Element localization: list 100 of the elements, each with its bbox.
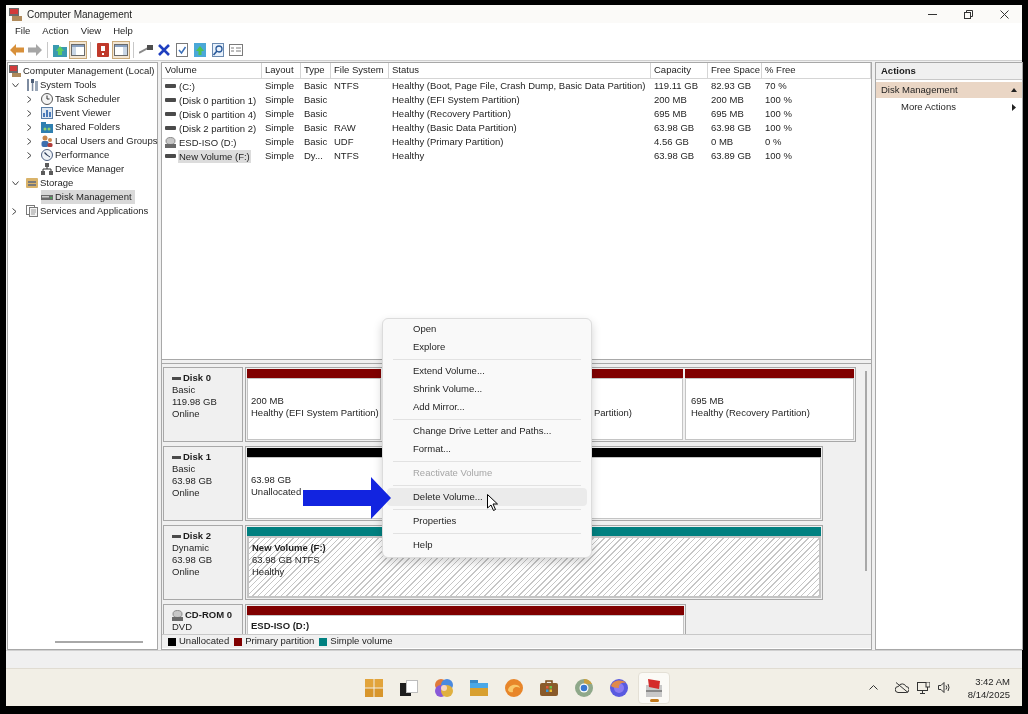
- menu-item[interactable]: Explore: [387, 338, 587, 356]
- clock-time: 3:42 AM: [975, 674, 1010, 688]
- menu-item[interactable]: Open: [387, 320, 587, 338]
- chevron-right-icon[interactable]: [12, 207, 17, 215]
- chevron-right-icon[interactable]: [27, 109, 32, 117]
- close-icon: [999, 9, 1009, 19]
- menu-item[interactable]: Help: [107, 23, 139, 39]
- toolbar-button[interactable]: [173, 40, 191, 59]
- table-cell: 200 MB: [654, 93, 687, 105]
- table-cell: Basic: [304, 135, 328, 147]
- tree-item[interactable]: System Tools: [26, 78, 100, 92]
- clock-date: 8/14/2025: [967, 687, 1010, 701]
- row-label[interactable]: New Volume (F:): [178, 149, 251, 163]
- chevron-down-icon[interactable]: [12, 82, 19, 88]
- partition-size: 63.98 GB: [251, 474, 292, 486]
- row-label[interactable]: (Disk 2 partition 2): [178, 121, 258, 135]
- tree-item[interactable]: Services and Applications: [26, 204, 152, 218]
- table-cell: Dy...: [304, 149, 323, 161]
- tree-item[interactable]: Storage: [26, 176, 77, 190]
- menu-item[interactable]: Shrink Volume...: [387, 380, 587, 398]
- partition-status: Healthy: [252, 566, 285, 578]
- table-cell: NTFS: [334, 149, 359, 161]
- tree-item[interactable]: Disk Management: [41, 190, 135, 204]
- overlapping-squares-icon: [400, 679, 418, 696]
- chevron-right-icon[interactable]: [27, 95, 32, 103]
- disk-size: 63.98 GB: [172, 554, 214, 566]
- table-cell: Healthy (Recovery Partition): [392, 107, 511, 119]
- disk-type: Basic: [172, 384, 197, 396]
- caret-right-icon: [1012, 103, 1016, 111]
- column-header[interactable]: Volume: [162, 63, 262, 78]
- list-window-icon: [229, 43, 243, 56]
- menu-item[interactable]: Help: [387, 536, 587, 554]
- partition-status: Healthy (Recovery Partition): [691, 407, 810, 419]
- drive-icon: [172, 534, 181, 538]
- document-arrow-icon: [194, 42, 206, 57]
- storage-icon: [26, 177, 38, 189]
- table-cell: Healthy: [392, 149, 425, 161]
- chevron-right-icon[interactable]: [27, 123, 32, 131]
- toolbar-button[interactable]: [112, 40, 130, 59]
- section-header[interactable]: Disk Management: [876, 82, 1022, 98]
- toolbar-button[interactable]: [209, 40, 227, 59]
- column-header[interactable]: Free Space: [708, 63, 762, 78]
- legend-label: Primary partition: [245, 634, 315, 649]
- column-header[interactable]: Type: [301, 63, 331, 78]
- tree-item[interactable]: Computer Management (Local): [9, 64, 158, 78]
- row-label[interactable]: ESD-ISO (D:): [178, 135, 238, 149]
- menu-item[interactable]: Format...: [387, 440, 587, 458]
- tree-item[interactable]: Local Users and Groups: [41, 134, 161, 148]
- table-cell: Healthy (EFI System Partition): [392, 93, 520, 105]
- legend-label: Unallocated: [179, 634, 230, 649]
- drive-icon: [165, 84, 176, 88]
- row-label[interactable]: (Disk 0 partition 4): [178, 107, 258, 121]
- bar-chart-window-icon: [41, 107, 53, 119]
- partition-box[interactable]: ESD-ISO (D:): [247, 615, 684, 634]
- tree-item[interactable]: Device Manager: [41, 162, 128, 176]
- column-header[interactable]: Capacity: [651, 63, 708, 78]
- action-item[interactable]: More Actions: [876, 98, 1022, 116]
- column-header[interactable]: % Free: [762, 63, 871, 78]
- menu-item[interactable]: File: [9, 23, 37, 39]
- column-header[interactable]: File System: [331, 63, 389, 78]
- tree-item[interactable]: Performance: [41, 148, 113, 162]
- chevron-down-icon[interactable]: [12, 180, 19, 186]
- tools-icon: [26, 79, 38, 91]
- disk-name: CD-ROM 0: [185, 609, 232, 621]
- drive-icon: [172, 376, 181, 380]
- column-header[interactable]: Layout: [262, 63, 301, 78]
- disk-name: Disk 1: [183, 451, 211, 463]
- table-cell: 0 %: [765, 135, 782, 147]
- tree-item[interactable]: Event Viewer: [41, 106, 114, 120]
- drive-icon: [172, 455, 181, 459]
- chevron-right-icon[interactable]: [27, 151, 32, 159]
- menu-item[interactable]: Extend Volume...: [387, 362, 587, 380]
- toolbar-button[interactable]: [94, 40, 112, 59]
- row-label[interactable]: (Disk 0 partition 1): [178, 93, 258, 107]
- toolbar-button[interactable]: [69, 40, 87, 59]
- column-header[interactable]: Status: [389, 63, 651, 78]
- menu-item[interactable]: Action: [36, 23, 75, 39]
- tree-item[interactable]: Task Scheduler: [41, 92, 123, 106]
- drive-icon: [165, 112, 176, 116]
- menu-item[interactable]: Add Mirror...: [387, 398, 587, 416]
- table-cell: Simple: [265, 93, 295, 105]
- device-tree-icon: [41, 163, 53, 175]
- chevron-right-icon[interactable]: [27, 137, 32, 145]
- tree-item[interactable]: Shared Folders: [41, 120, 123, 134]
- row-label[interactable]: (C:): [178, 79, 196, 93]
- menu-item[interactable]: View: [74, 23, 108, 39]
- table-cell: Simple: [265, 149, 295, 161]
- computer-icon: [9, 65, 21, 77]
- disk-name: Disk 0: [183, 372, 211, 384]
- partition-box[interactable]: 695 MB Healthy (Recovery Partition): [685, 378, 854, 440]
- table-cell: Basic: [304, 79, 328, 91]
- menu-item[interactable]: Delete Volume...: [387, 488, 587, 506]
- table-cell: 63.98 GB: [654, 121, 695, 133]
- table-cell: Simple: [265, 79, 295, 91]
- partition-box[interactable]: 200 MB Healthy (EFI System Partition): [247, 378, 381, 440]
- menu-item[interactable]: Change Drive Letter and Paths...: [387, 422, 587, 440]
- minimize-icon: [927, 13, 937, 15]
- volume-icon: [937, 682, 950, 693]
- cursor-icon: [487, 494, 498, 511]
- table-cell: 100 %: [765, 107, 792, 119]
